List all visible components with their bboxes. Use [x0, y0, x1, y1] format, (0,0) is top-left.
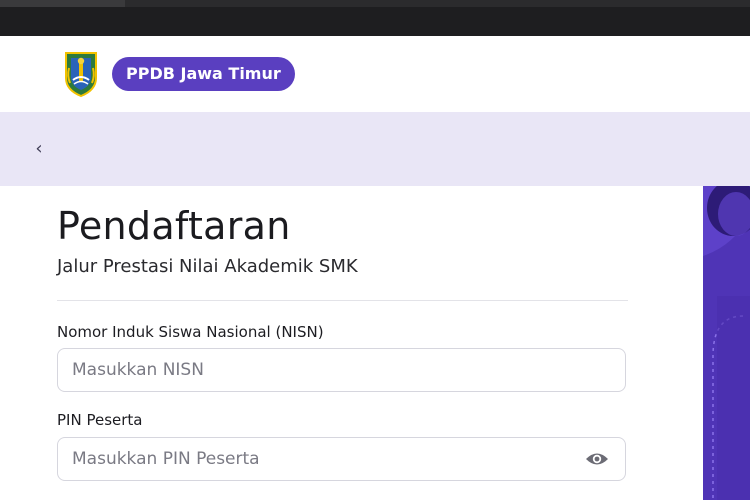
pin-field[interactable]: [57, 437, 626, 481]
site-header: PPDB Jawa Timur: [0, 36, 750, 112]
pin-label: PIN Peserta: [57, 411, 143, 429]
browser-top-bar: [0, 0, 750, 36]
browser-tab-strip: [0, 0, 750, 7]
nisn-label: Nomor Induk Siswa Nasional (NISN): [57, 323, 324, 341]
eye-icon[interactable]: [585, 449, 609, 469]
page-subtitle: Jalur Prestasi Nilai Akademik SMK: [57, 256, 358, 277]
registration-form: Pendaftaran Jalur Prestasi Nilai Akademi…: [0, 186, 703, 500]
page-title: Pendaftaran: [57, 204, 291, 248]
browser-tab[interactable]: [0, 0, 125, 7]
east-java-emblem-icon[interactable]: [60, 50, 102, 98]
nisn-input[interactable]: [72, 349, 572, 391]
divider: [57, 300, 628, 301]
decorative-side-panel: [703, 186, 750, 500]
brand-pill[interactable]: PPDB Jawa Timur: [112, 57, 295, 91]
pin-input[interactable]: [72, 438, 572, 480]
back-button[interactable]: ‹: [28, 137, 50, 161]
chevron-left-icon: ‹: [35, 138, 43, 159]
nisn-field[interactable]: [57, 348, 626, 392]
sub-navigation: ‹: [0, 112, 750, 186]
